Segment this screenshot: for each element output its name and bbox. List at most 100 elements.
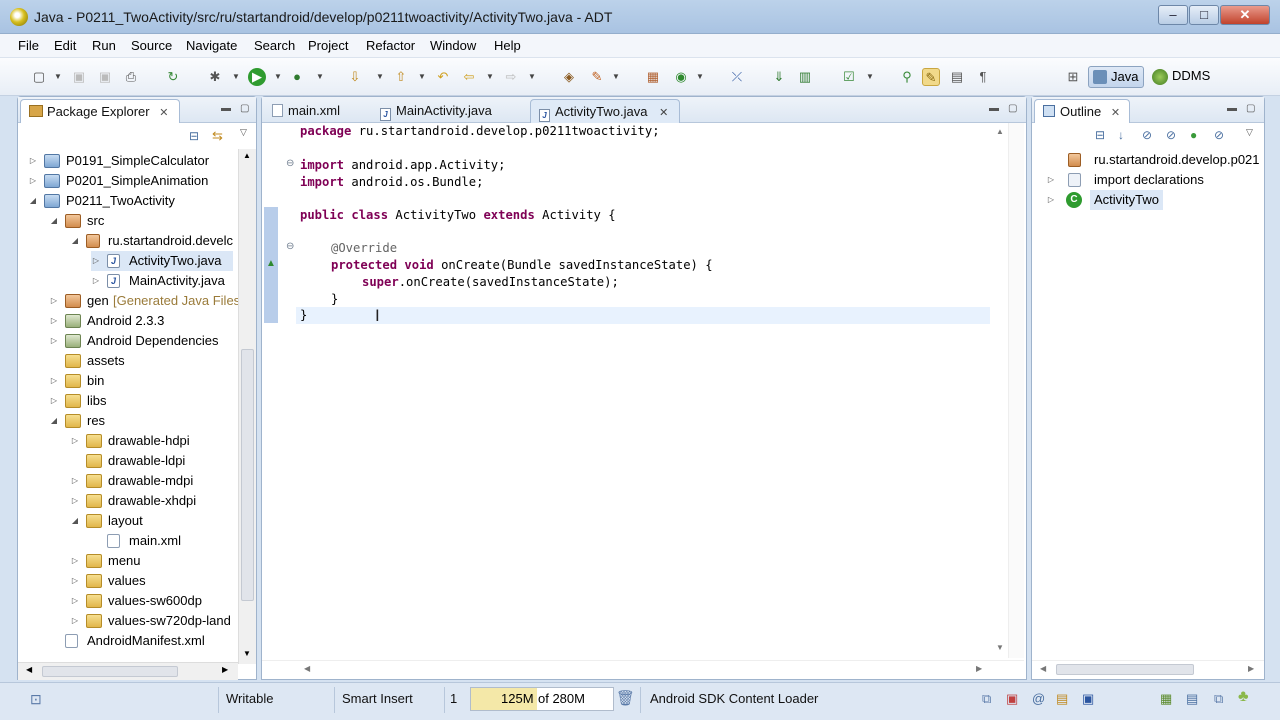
chevron-down-icon[interactable]: ▼ (274, 68, 282, 86)
new-icon[interactable]: ▢ (30, 68, 48, 86)
close-button[interactable]: ✕ (1220, 5, 1270, 25)
menu-project[interactable]: Project (308, 38, 348, 53)
android-sdk-manager-icon[interactable]: ↻ (164, 68, 182, 86)
expand-icon[interactable]: ▷ (91, 251, 101, 271)
collapse-icon[interactable]: ◢ (49, 211, 59, 231)
code-line-6[interactable]: public class ActivityTwo extends Activit… (300, 207, 616, 224)
console-icon[interactable]: ▣ (1082, 691, 1094, 707)
scroll-right-icon[interactable]: ▶ (222, 665, 228, 674)
expand-icon[interactable]: ▷ (70, 591, 80, 611)
expand-icon[interactable]: ▷ (49, 291, 59, 311)
expand-icon[interactable]: ▷ (70, 491, 80, 511)
mark-occurrences-icon[interactable]: ✎ (922, 68, 940, 86)
expand-icon[interactable]: ▷ (70, 551, 80, 571)
download-icon[interactable]: ⇓ (770, 68, 788, 86)
code-line-9[interactable]: protected void onCreate(Bundle savedInst… (331, 257, 713, 274)
expand-icon[interactable]: ▷ (49, 331, 59, 351)
close-icon[interactable]: ✕ (159, 107, 168, 119)
expand-icon[interactable]: ▷ (28, 151, 38, 171)
view-menu-icon[interactable]: ▽ (240, 127, 247, 138)
menu-navigate[interactable]: Navigate (186, 38, 237, 53)
menu-run[interactable]: Run (92, 38, 116, 53)
close-icon[interactable]: ✕ (1111, 107, 1120, 119)
expand-icon[interactable]: ▷ (49, 371, 59, 391)
debug-icon[interactable]: ✱ (206, 68, 224, 86)
menu-file[interactable]: File (18, 38, 39, 53)
android-icon[interactable]: ♣ (1238, 688, 1249, 706)
scroll-down-icon[interactable]: ▼ (996, 643, 1004, 652)
chevron-down-icon[interactable]: ▼ (866, 68, 874, 86)
menu-window[interactable]: Window (430, 38, 476, 53)
hide-static-icon[interactable]: ⊘ (1166, 128, 1176, 142)
logcat-icon[interactable]: ▤ (1186, 691, 1198, 707)
minimize-button[interactable]: – (1158, 5, 1188, 25)
editor-vertical-scrollbar[interactable]: ▲ ▼ (990, 123, 1008, 658)
tab-package-explorer[interactable]: Package Explorer ✕ (20, 99, 180, 123)
previous-annotation-icon[interactable]: ⇧ (392, 68, 410, 86)
problems-icon[interactable]: ▣ (1006, 691, 1018, 707)
expand-icon[interactable]: ▷ (1046, 170, 1056, 190)
expand-icon[interactable]: ▷ (70, 611, 80, 631)
new-java-class-icon[interactable]: ◉ (672, 68, 690, 86)
javadoc-icon[interactable]: @ (1032, 691, 1045, 706)
expand-icon[interactable]: ▷ (70, 431, 80, 451)
tab-main-xml[interactable]: main.xml (264, 99, 348, 123)
code-line-10[interactable]: super.onCreate(savedInstanceState); (362, 274, 619, 291)
close-icon[interactable]: ✕ (659, 107, 668, 119)
minimize-view-icon[interactable]: ▬ (1227, 103, 1237, 114)
block-selection-icon[interactable]: ▤ (948, 68, 966, 86)
tab-outline[interactable]: Outline ✕ (1034, 99, 1130, 123)
tree-item-file[interactable]: ▷ J ActivityTwo.java (91, 251, 233, 271)
expand-icon[interactable]: ▷ (49, 391, 59, 411)
back-icon[interactable]: ⇦ (460, 68, 478, 86)
collapse-all-icon[interactable]: ⊟ (189, 129, 199, 143)
forward-icon[interactable]: ⇨ (502, 68, 520, 86)
restore-view-icon[interactable]: ⧉ (1214, 691, 1223, 707)
view-menu-icon[interactable]: ▽ (1246, 127, 1253, 138)
scroll-right-icon[interactable]: ▶ (976, 664, 982, 673)
expand-icon[interactable]: ▷ (70, 471, 80, 491)
chevron-down-icon[interactable]: ▼ (376, 68, 384, 86)
scroll-up-icon[interactable]: ▲ (243, 151, 251, 160)
declaration-icon[interactable]: ▤ (1056, 691, 1068, 707)
trash-icon[interactable]: 🗑 (616, 689, 635, 707)
menu-search[interactable]: Search (254, 38, 295, 53)
code-line-11[interactable]: } (331, 291, 338, 308)
ddms-perspective-button[interactable]: DDMS (1150, 66, 1214, 88)
fold-icon[interactable]: ⊖ (286, 241, 294, 252)
menu-edit[interactable]: Edit (54, 38, 76, 53)
minimize-view-icon[interactable]: ▬ (221, 103, 231, 114)
maximize-button[interactable]: □ (1189, 5, 1219, 25)
expand-icon[interactable]: ▷ (28, 171, 38, 191)
print-icon[interactable]: ⎙ (122, 68, 140, 86)
menu-refactor[interactable]: Refactor (366, 38, 415, 53)
collapse-icon[interactable]: ◢ (28, 191, 38, 211)
chevron-down-icon[interactable]: ▼ (486, 68, 494, 86)
heap-status[interactable]: 125M of 280M (470, 687, 614, 711)
search-icon[interactable]: ✎ (588, 68, 606, 86)
chevron-down-icon[interactable]: ▼ (696, 68, 704, 86)
expand-icon[interactable]: ▷ (49, 311, 59, 331)
expand-icon[interactable]: ▷ (91, 271, 101, 291)
package-explorer-horizontal-scrollbar[interactable]: ◀ ▶ (18, 662, 238, 680)
show-whitespace-icon[interactable]: ¶ (974, 68, 992, 86)
minimize-view-icon[interactable]: ▬ (989, 103, 999, 114)
editor-horizontal-scrollbar[interactable]: ◀ ▶ (262, 660, 1024, 678)
save-all-icon[interactable]: ▣ (96, 68, 114, 86)
scroll-up-icon[interactable]: ▲ (996, 127, 1004, 136)
hide-fields-icon[interactable]: ⊘ (1142, 128, 1152, 142)
new-class-icon[interactable]: ▦ (644, 68, 662, 86)
chevron-down-icon[interactable]: ▼ (316, 68, 324, 86)
outline-horizontal-scrollbar[interactable]: ◀ ▶ (1032, 660, 1264, 678)
next-annotation-icon[interactable]: ⇩ (346, 68, 364, 86)
code-line-4[interactable]: import android.os.Bundle; (300, 174, 483, 191)
pin-icon[interactable]: ⚲ (898, 68, 916, 86)
scroll-down-icon[interactable]: ▼ (243, 649, 251, 658)
maximize-view-icon[interactable]: ▢ (1246, 103, 1255, 114)
scroll-left-icon[interactable]: ◀ (26, 665, 32, 674)
chevron-down-icon[interactable]: ▼ (418, 68, 426, 86)
scroll-right-icon[interactable]: ▶ (1248, 664, 1254, 673)
scroll-left-icon[interactable]: ◀ (304, 664, 310, 673)
fast-view-icon[interactable]: ⊡ (30, 691, 42, 708)
sort-icon[interactable]: ↓ (1118, 128, 1124, 142)
